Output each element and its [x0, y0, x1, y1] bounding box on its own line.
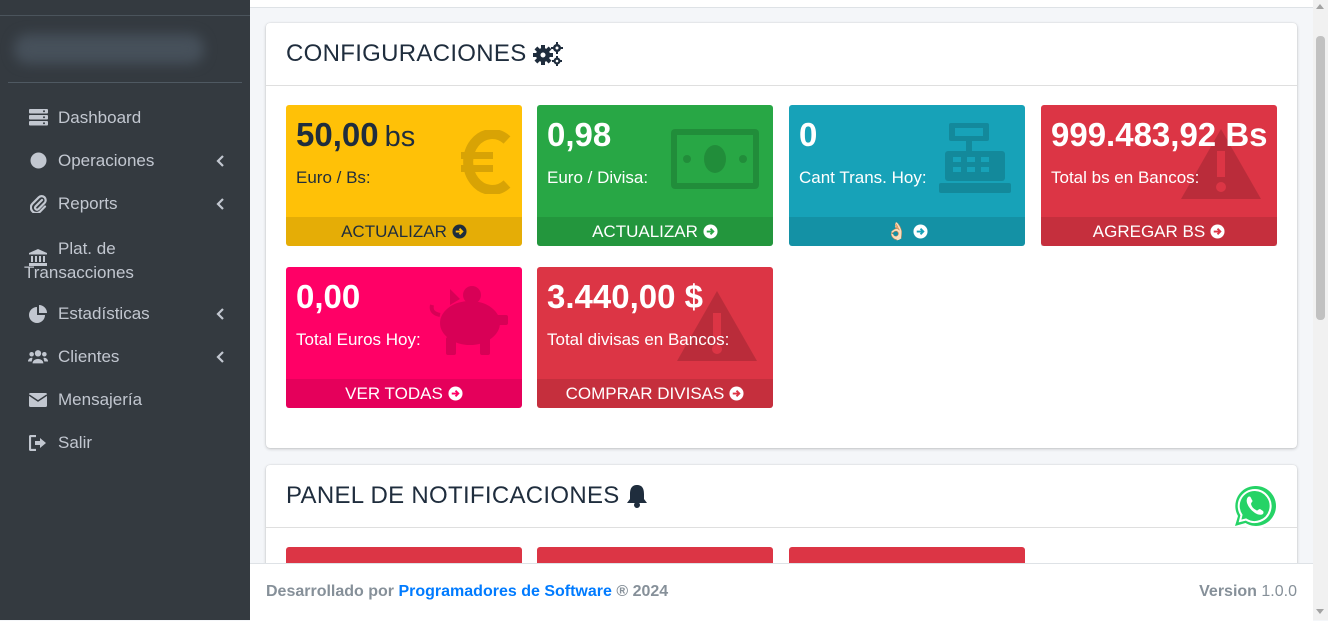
footer-credits: Desarrollado por Programadores de Softwa… — [266, 583, 668, 601]
sidebar-user-panel[interactable] — [14, 34, 204, 64]
sidebar-item-plat-transacciones[interactable]: Plat. de Transacciones — [0, 225, 250, 292]
arrow-circle-right-icon — [729, 386, 744, 401]
sidebar-item-clientes[interactable]: Clientes — [0, 335, 250, 378]
envelope-icon — [28, 390, 48, 410]
ok-hand-icon: 👌🏻 — [886, 221, 908, 241]
circle-icon — [28, 151, 48, 171]
footer-version: Version 1.0.0 — [1199, 583, 1297, 601]
euro-bs-update-link[interactable]: ACTUALIZAR — [286, 217, 522, 246]
arrow-circle-right-icon — [452, 224, 467, 239]
cash-register-icon — [939, 123, 1011, 193]
money-bill-icon — [671, 129, 759, 189]
notifications-card-title: PANEL DE NOTIFICACIONES — [286, 482, 620, 509]
arrow-circle-right-icon — [1210, 224, 1225, 239]
footer-link-label: VER TODAS — [345, 383, 443, 403]
footer-version-label: Version — [1199, 583, 1257, 600]
bell-icon — [626, 485, 647, 508]
total-euros-hoy-value: 0,00 — [296, 278, 361, 315]
sidebar-item-label: Dashboard — [58, 107, 142, 127]
paperclip-icon — [28, 194, 48, 214]
config-card-title: CONFIGURACIONES — [286, 40, 527, 67]
sidebar-item-dashboard[interactable]: Dashboard — [0, 96, 250, 139]
small-box-total-divisas-bancos: 3.440,00 $ Total divisas en Bancos: COMP… — [537, 267, 773, 408]
chevron-left-icon — [216, 307, 224, 320]
scroll-up-icon[interactable] — [1316, 4, 1324, 9]
euro-divisa-update-link[interactable]: ACTUALIZAR — [537, 217, 773, 246]
top-navbar — [250, 0, 1313, 8]
footer-link-label: AGREGAR BS — [1092, 221, 1206, 241]
total-euros-hoy-label: Total Euros Hoy: — [296, 330, 421, 349]
total-divisas-bancos-value: 3.440,00 $ — [547, 278, 703, 315]
server-icon — [28, 108, 48, 128]
scrollbar-thumb[interactable] — [1316, 36, 1325, 320]
transacciones-hoy-value: 0 — [799, 116, 818, 153]
footer-link-label: ACTUALIZAR — [592, 221, 698, 241]
piggy-bank-icon — [429, 286, 508, 355]
sidebar-item-reports[interactable]: Reports — [0, 182, 250, 225]
sidebar-item-label-wrap: Plat. de Transacciones — [24, 237, 134, 285]
euro-bs-unit: bs — [384, 121, 416, 153]
sidebar-item-label: Mensajería — [58, 389, 143, 409]
config-card: CONFIGURACIONES 50,00 bs Euro / Bs: ACTU… — [266, 23, 1297, 448]
footer-copyright: ® 2024 — [616, 583, 669, 600]
config-card-header: CONFIGURACIONES — [266, 23, 1297, 86]
sign-out-icon — [28, 433, 48, 453]
euro-bs-value: 50,00 bs — [296, 115, 415, 157]
cogs-icon — [532, 42, 563, 66]
transacciones-hoy-link[interactable]: 👌🏻 — [789, 217, 1025, 246]
small-box-euro-bs: 50,00 bs Euro / Bs: ACTUALIZAR — [286, 105, 522, 246]
arrow-circle-right-icon — [448, 386, 463, 401]
arrow-circle-right-icon — [703, 224, 718, 239]
chevron-left-icon — [216, 197, 224, 210]
total-bs-bancos-label: Total bs en Bancos: — [1051, 168, 1200, 187]
sidebar-item-label-line2: Transacciones — [24, 263, 134, 282]
small-box-euro-divisa: 0,98 Euro / Divisa: ACTUALIZAR — [537, 105, 773, 246]
sidebar-item-label: Salir — [58, 432, 93, 452]
sidebar-divider — [8, 82, 242, 83]
sidebar-nav: Dashboard Operaciones Reports Plat. de T… — [0, 96, 250, 464]
ver-todas-link[interactable]: VER TODAS — [286, 379, 522, 408]
users-icon — [28, 347, 48, 367]
comprar-divisas-link[interactable]: COMPRAR DIVISAS — [537, 379, 773, 408]
euro-icon — [461, 130, 511, 194]
sidebar-item-estadisticas[interactable]: Estadísticas — [0, 292, 250, 335]
footer-prefix: Desarrollado por — [266, 583, 395, 600]
euro-divisa-label: Euro / Divisa: — [547, 168, 649, 187]
sidebar-brand-divider — [0, 15, 250, 16]
sidebar-item-label: Reports — [58, 193, 118, 213]
sidebar-item-label: Estadísticas — [58, 303, 150, 323]
chevron-left-icon — [216, 350, 224, 363]
sidebar-item-operaciones[interactable]: Operaciones — [0, 139, 250, 182]
total-divisas-bancos-label: Total divisas en Bancos: — [547, 330, 730, 349]
sidebar-item-label: Plat. de — [58, 239, 116, 258]
scroll-down-icon[interactable] — [1316, 609, 1324, 614]
footer-link-label: ACTUALIZAR — [341, 221, 447, 241]
whatsapp-icon[interactable] — [1231, 482, 1279, 530]
pie-chart-icon — [28, 304, 48, 324]
arrow-circle-right-icon — [913, 224, 928, 239]
small-box-total-bs-bancos: 999.483,92 Bs Total bs en Bancos: AGREGA… — [1041, 105, 1277, 246]
footer-link-label: COMPRAR DIVISAS — [565, 383, 725, 403]
footer-version-number: 1.0.0 — [1261, 583, 1297, 600]
transacciones-hoy-label: Cant Trans. Hoy: — [799, 168, 927, 187]
footer-company-link[interactable]: Programadores de Software — [398, 583, 611, 600]
euro-bs-label: Euro / Bs: — [296, 168, 371, 187]
sidebar: Dashboard Operaciones Reports Plat. de T… — [0, 0, 250, 620]
notifications-card-header: PANEL DE NOTIFICACIONES — [266, 465, 1297, 528]
chevron-left-icon — [216, 154, 224, 167]
small-box-total-euros-hoy: 0,00 Total Euros Hoy: VER TODAS — [286, 267, 522, 408]
sidebar-item-label: Operaciones — [58, 150, 155, 170]
euro-bs-number: 50,00 — [296, 116, 379, 153]
sidebar-item-salir[interactable]: Salir — [0, 421, 250, 464]
euro-divisa-value: 0,98 — [547, 116, 612, 153]
total-bs-bancos-value: 999.483,92 Bs — [1051, 116, 1268, 153]
sidebar-item-label: Clientes — [58, 346, 120, 366]
sidebar-item-mensajeria[interactable]: Mensajería — [0, 378, 250, 421]
small-box-transacciones-hoy: 0 Cant Trans. Hoy: 👌🏻 — [789, 105, 1025, 246]
page-footer: Desarrollado por Programadores de Softwa… — [250, 563, 1313, 621]
agregar-bs-link[interactable]: AGREGAR BS — [1041, 217, 1277, 246]
